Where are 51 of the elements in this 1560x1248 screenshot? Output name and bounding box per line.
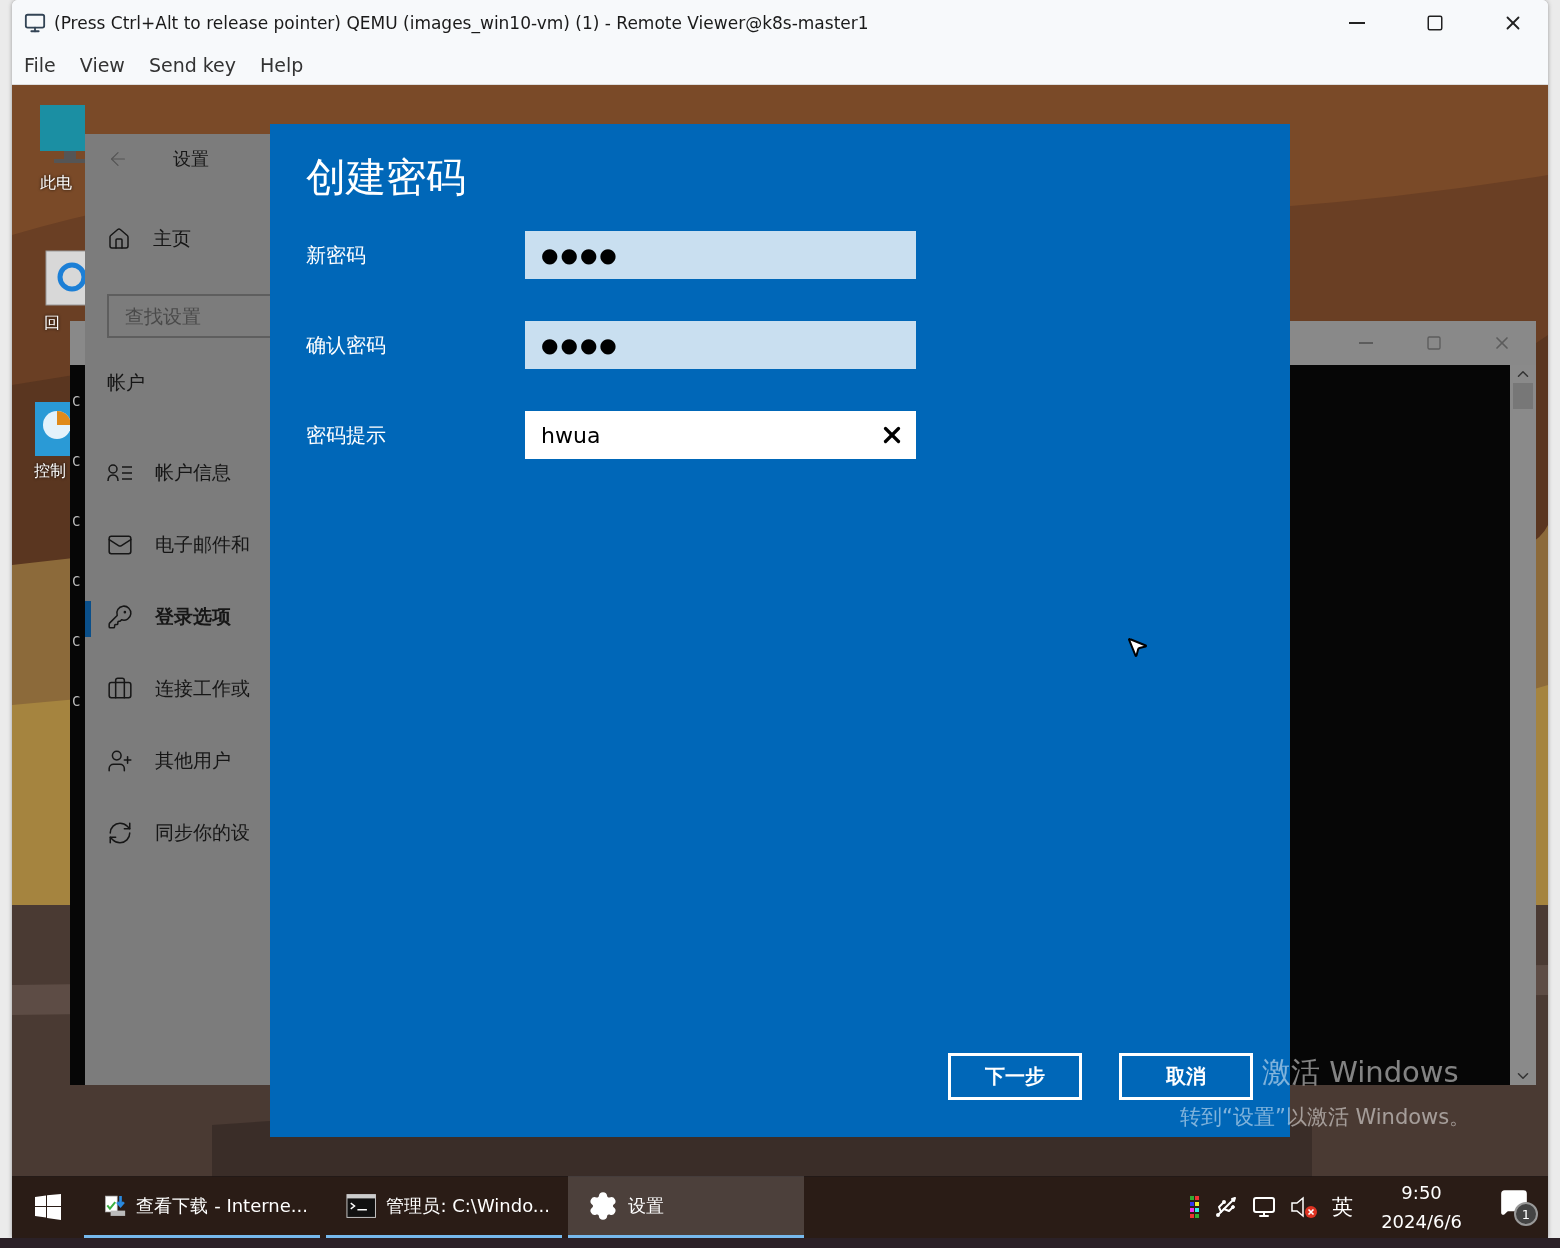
- dialog-title: 创建密码: [306, 153, 467, 202]
- muted-speaker-icon[interactable]: [1290, 1195, 1319, 1219]
- console-text: C: [72, 633, 82, 649]
- windows-logo-icon: [35, 1194, 61, 1220]
- field-label: 确认密码: [306, 331, 387, 359]
- cancel-button[interactable]: 取消: [1119, 1053, 1253, 1100]
- maximize-icon: [1426, 335, 1442, 351]
- desktop-icon-label[interactable]: 此电: [40, 173, 72, 194]
- console-text: C: [72, 693, 82, 709]
- notification-button[interactable]: 1: [1500, 1188, 1538, 1226]
- window-title: (Press Ctrl+Alt to release pointer) QEMU (images_win10-vm) (1) - Remote Viewer@k8s-master1: [54, 13, 870, 33]
- notification-count: 1: [1514, 1202, 1538, 1226]
- scrollbar[interactable]: [1510, 365, 1536, 1085]
- hint-field[interactable]: hwua: [525, 411, 868, 459]
- monitor-icon: [24, 12, 46, 34]
- next-button[interactable]: 下一步: [948, 1053, 1082, 1100]
- desktop-icon-label[interactable]: 回: [44, 313, 60, 334]
- desktop-icon-label[interactable]: 控制: [34, 461, 66, 482]
- key-icon: [107, 604, 133, 630]
- minimize-icon: [1359, 342, 1373, 344]
- settings-title: 设置: [173, 147, 209, 171]
- password-field[interactable]: ●●●●: [525, 231, 916, 279]
- console-text: C: [72, 513, 82, 529]
- maximize-icon: [1426, 14, 1444, 32]
- menu-item[interactable]: View: [67, 50, 137, 80]
- field-label: 密码提示: [306, 421, 387, 449]
- console-icon: [346, 1192, 377, 1219]
- network-icon[interactable]: [1252, 1195, 1277, 1219]
- menu-item[interactable]: Help: [248, 50, 316, 80]
- person-list-icon: [107, 463, 133, 483]
- section-heading: 帐户: [107, 370, 145, 395]
- control-panel-icon[interactable]: [34, 401, 70, 457]
- home-link[interactable]: 主页: [153, 226, 191, 252]
- sync-icon: [107, 820, 133, 846]
- menu-item[interactable]: Send key: [136, 50, 249, 80]
- minimize-icon: [1349, 22, 1365, 24]
- console-text: C: [72, 453, 82, 469]
- home-icon[interactable]: [107, 227, 131, 251]
- menu-item[interactable]: File: [12, 50, 68, 80]
- user-plus-icon: [107, 748, 133, 774]
- clock[interactable]: 9:50 2024/6/6: [1367, 1178, 1476, 1236]
- mouse-cursor-icon: [1125, 635, 1149, 659]
- field-label: 新密码: [306, 241, 367, 269]
- taskbar-app[interactable]: 设置: [568, 1176, 804, 1238]
- app-tray-icon[interactable]: [1190, 1196, 1201, 1218]
- console-text: C: [72, 573, 82, 589]
- console-text: C: [72, 393, 82, 409]
- clear-button[interactable]: [868, 411, 916, 459]
- password-field[interactable]: ●●●●: [525, 321, 916, 369]
- usb-icon[interactable]: [1214, 1195, 1239, 1219]
- input-language-indicator[interactable]: 英: [1332, 1193, 1354, 1221]
